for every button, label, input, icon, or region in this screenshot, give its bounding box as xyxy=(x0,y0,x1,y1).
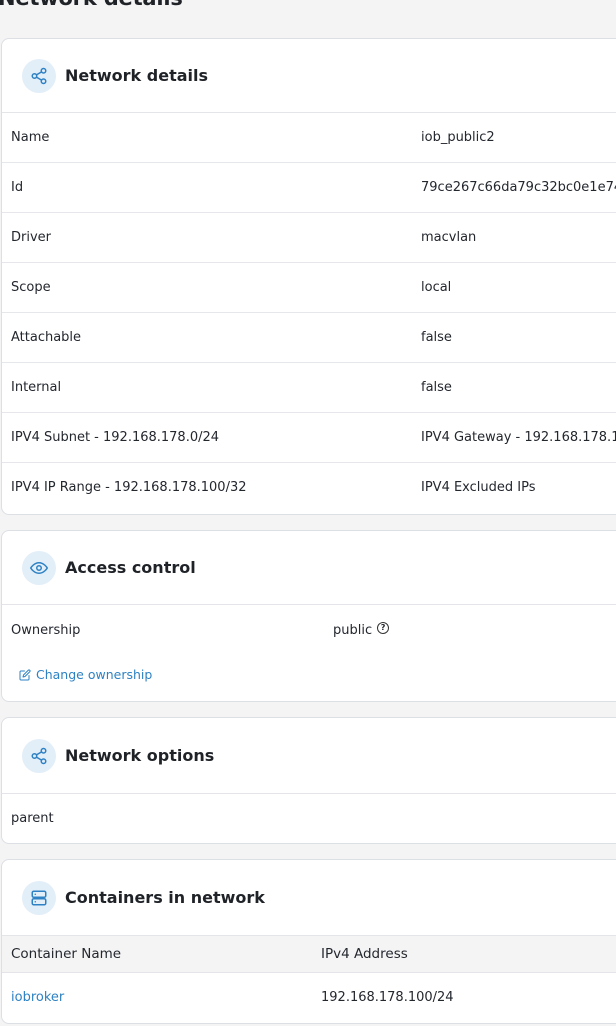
detail-value: false xyxy=(421,380,452,395)
network-options-card: Network options parent xyxy=(1,717,616,844)
container-ipv4: 192.168.178.100/24 xyxy=(321,990,454,1005)
access-control-title: Access control xyxy=(65,558,196,577)
detail-value: local xyxy=(421,280,452,295)
column-header-container-name[interactable]: Container Name xyxy=(11,936,121,973)
share-icon xyxy=(22,58,56,93)
column-header-ipv4-address[interactable]: IPv4 Address xyxy=(321,936,408,973)
detail-value: macvlan xyxy=(421,230,477,245)
detail-key: Internal xyxy=(11,380,62,395)
eye-icon xyxy=(22,550,56,585)
detail-value: 79ce267c66da79c32bc0e1e745 xyxy=(421,180,616,195)
detail-key: Scope xyxy=(11,280,51,295)
detail-key: Name xyxy=(11,130,50,145)
ownership-value: public xyxy=(333,623,373,638)
change-ownership-label: Change ownership xyxy=(36,667,153,682)
network-details-title: Network details xyxy=(65,66,209,85)
detail-row-id: Id 79ce267c66da79c32bc0e1e745 xyxy=(2,163,616,213)
network-details-card: Network details Name iob_public2 Id 79ce26… xyxy=(1,38,616,515)
page-title: Network details xyxy=(0,0,183,10)
access-control-header: Access control xyxy=(2,531,616,605)
detail-row-scope: Scope local xyxy=(2,263,616,313)
network-options-header: Network options xyxy=(2,718,616,794)
detail-value: false xyxy=(421,330,452,345)
option-key: parent xyxy=(11,811,54,826)
containers-table-header: Container Name IPv4 Address xyxy=(2,936,616,973)
table-row: iobroker 192.168.178.100/24 xyxy=(2,973,616,1023)
detail-key: Attachable xyxy=(11,330,82,345)
ownership-row: Ownership public ? Change ownership xyxy=(2,605,616,682)
detail-row-attachable: Attachable false xyxy=(2,313,616,363)
network-details-header: Network details xyxy=(2,39,616,113)
detail-row-driver: Driver macvlan xyxy=(2,213,616,263)
change-ownership-link[interactable]: Change ownership xyxy=(19,667,152,682)
ownership-label: Ownership xyxy=(11,623,81,638)
detail-row-internal: Internal false xyxy=(2,363,616,413)
detail-key: Id xyxy=(11,180,24,195)
server-icon xyxy=(22,880,56,915)
details-table: Name iob_public2 Id 79ce267c66da79c32bc0e1… xyxy=(2,113,616,513)
containers-card: Containers in network Container Name IPv… xyxy=(1,859,616,1024)
network-options-title: Network options xyxy=(65,746,215,765)
ownership-value-group: public ? xyxy=(333,621,390,638)
option-row-parent: parent xyxy=(2,794,616,843)
detail-row-ipv4-subnet: IPV4 Subnet - 192.168.178.0/24 IPV4 Gatew… xyxy=(2,413,616,463)
access-control-card: Access control Ownership public ? Change… xyxy=(1,530,616,702)
detail-key: Driver xyxy=(11,230,52,245)
share-icon xyxy=(22,738,56,773)
detail-value: IPV4 Excluded IPs xyxy=(421,480,536,495)
detail-value: iob_public2 xyxy=(421,130,495,145)
detail-key: IPV4 Subnet - 192.168.178.0/24 xyxy=(11,430,220,445)
detail-row-name: Name iob_public2 xyxy=(2,113,616,163)
container-name-link[interactable]: iobroker xyxy=(11,973,64,1023)
edit-icon xyxy=(19,668,31,680)
containers-header: Containers in network xyxy=(2,860,616,936)
detail-key: IPV4 IP Range - 192.168.178.100/32 xyxy=(11,480,247,495)
help-icon[interactable]: ? xyxy=(377,621,390,634)
detail-value: IPV4 Gateway - 192.168.178.1 xyxy=(421,430,616,445)
detail-row-ipv4-range: IPV4 IP Range - 192.168.178.100/32 IPV4 E… xyxy=(2,463,616,513)
containers-title: Containers in network xyxy=(65,888,265,907)
